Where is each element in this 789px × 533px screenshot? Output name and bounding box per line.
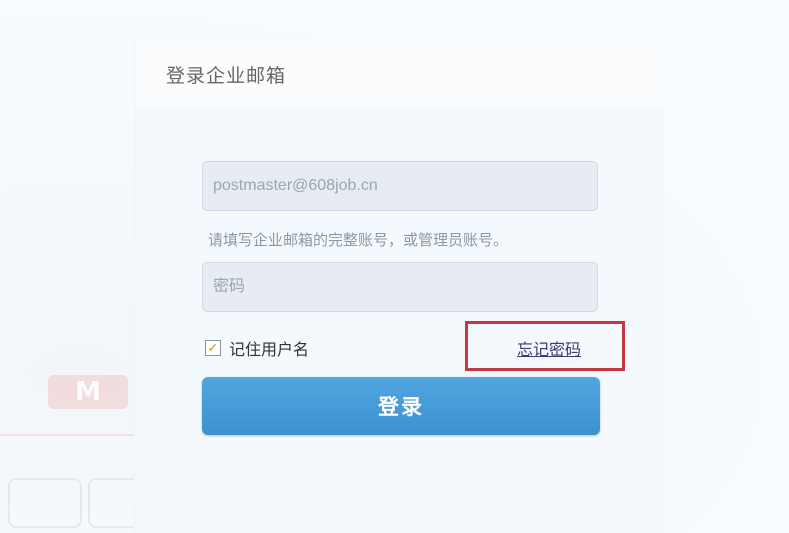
background-frame-icon	[8, 478, 82, 528]
username-input[interactable]	[202, 161, 598, 211]
remember-username-checkbox[interactable]: ✓	[205, 340, 221, 356]
background-decoration	[0, 434, 150, 436]
username-hint: 请填写企业邮箱的完整账号，或管理员账号。	[208, 231, 509, 249]
login-panel-header: 登录企业邮箱	[135, 40, 664, 106]
password-input[interactable]	[202, 262, 598, 312]
login-button[interactable]: 登录	[202, 377, 600, 435]
remember-username-label: 记住用户名	[229, 340, 310, 359]
remember-username[interactable]: ✓ 记住用户名	[205, 336, 309, 360]
login-panel: 登录企业邮箱 请填写企业邮箱的完整账号，或管理员账号。 ✓ 记住用户名 忘记密码…	[134, 40, 664, 533]
forgot-password-link[interactable]: 忘记密码	[517, 336, 581, 360]
checkmark-icon: ✓	[207, 340, 219, 356]
background-logo-icon: M	[48, 375, 128, 409]
page-title: 登录企业邮箱	[166, 65, 287, 87]
